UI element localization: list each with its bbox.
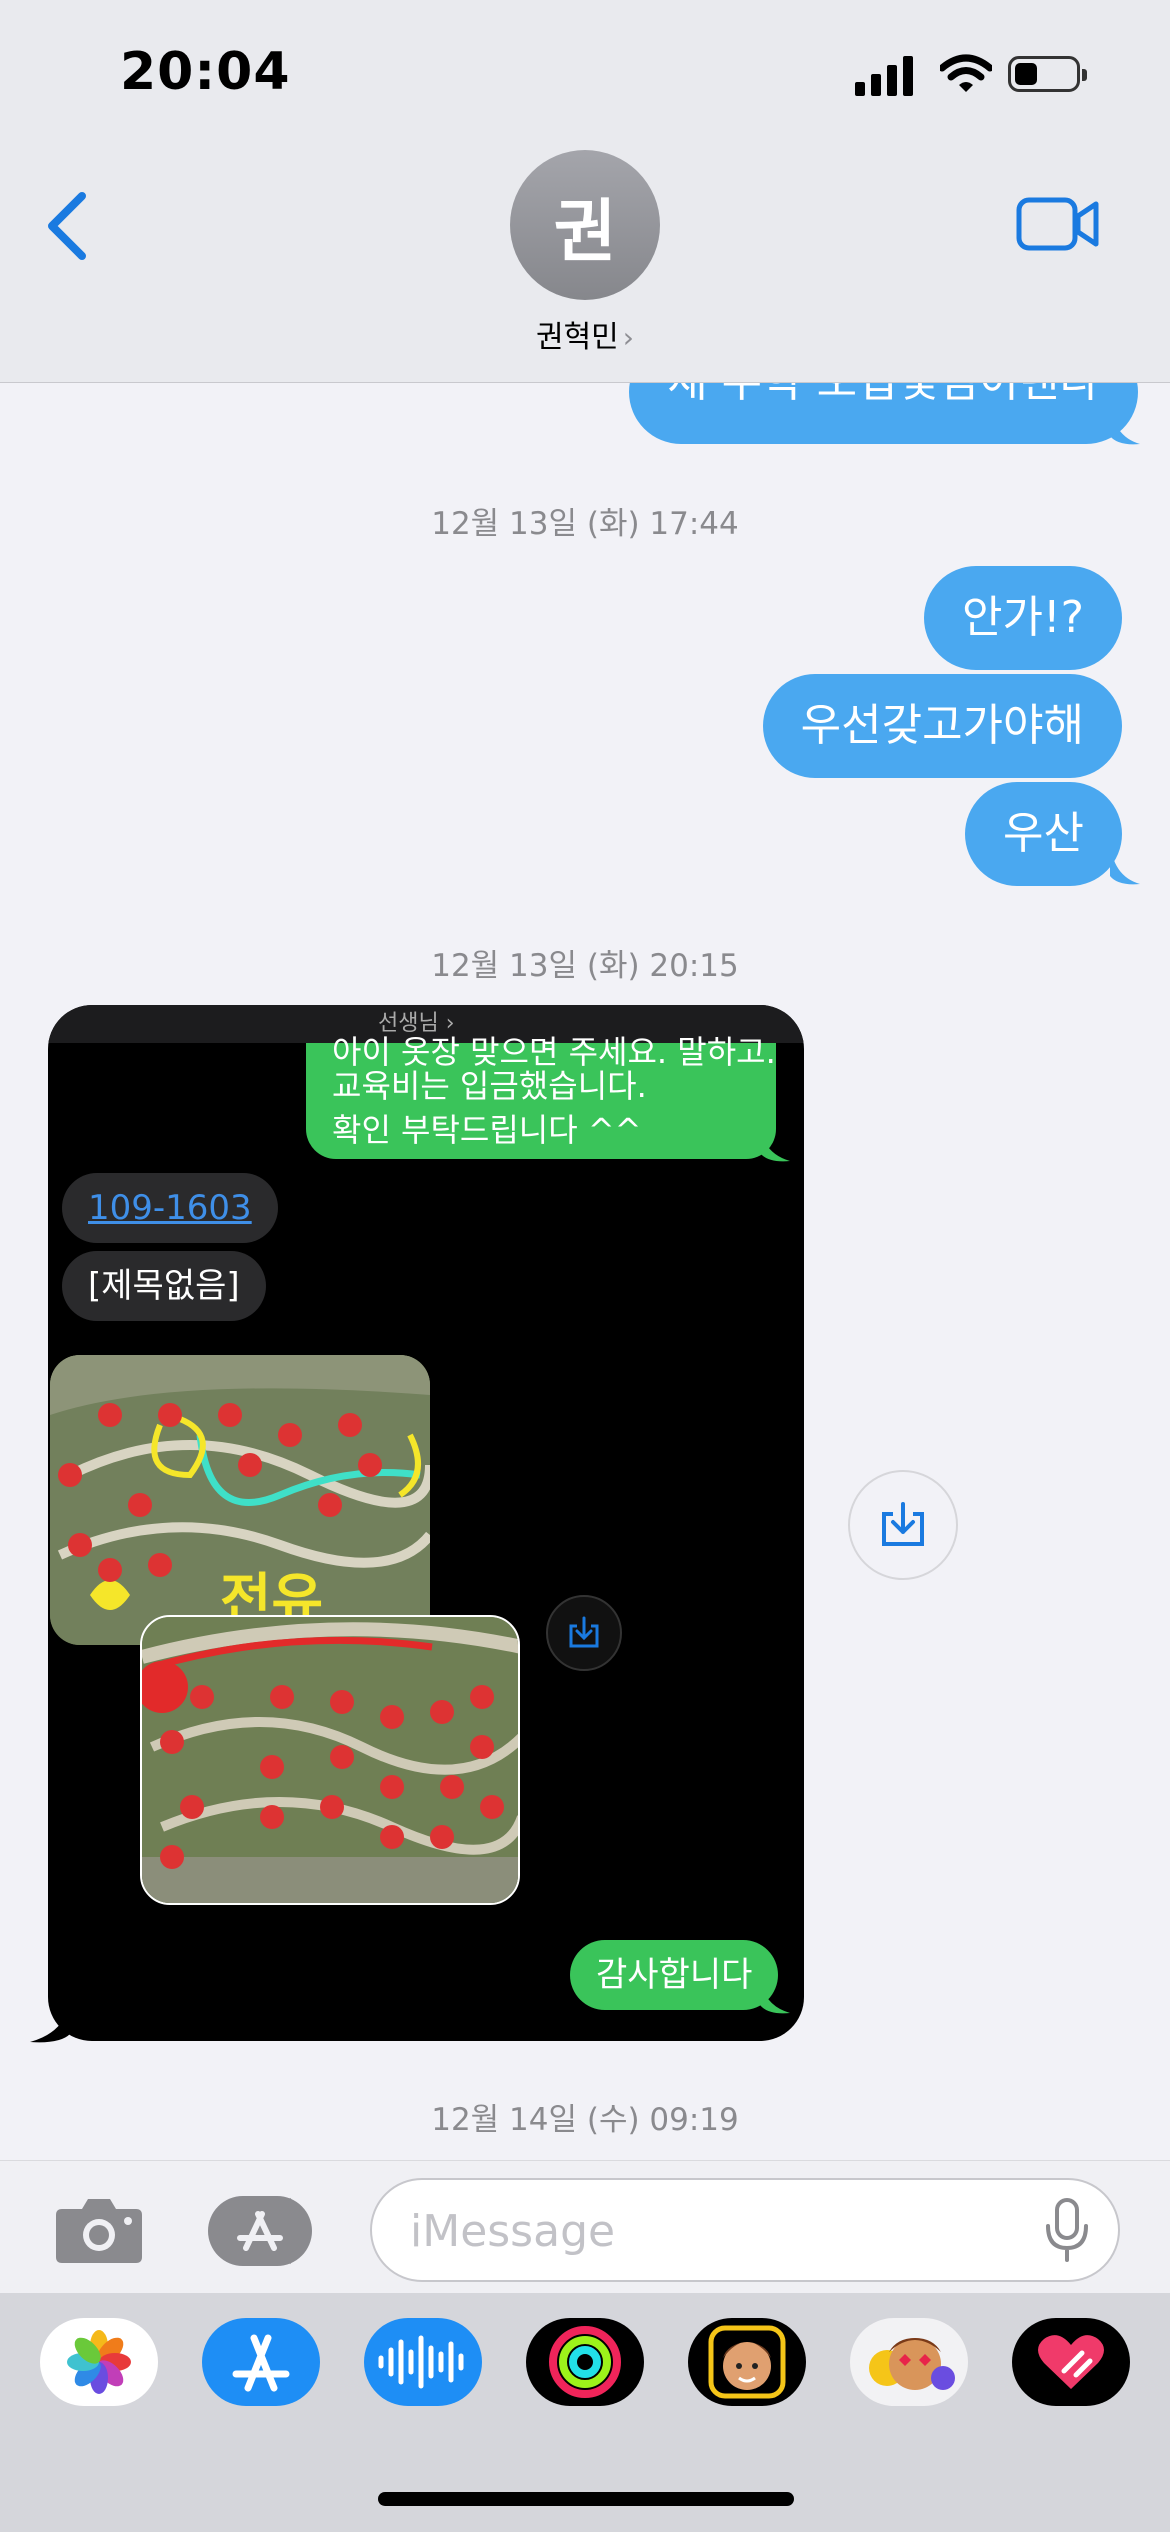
- timestamp: 12월 14일 (수) 09:19: [431, 2102, 739, 2138]
- digital-touch-icon[interactable]: [1012, 2318, 1130, 2406]
- message-input[interactable]: [408, 2198, 1012, 2264]
- memoji-icon[interactable]: [688, 2318, 806, 2406]
- download-icon: [882, 1502, 924, 1546]
- screenshot-green-bubble: 아이 옷장 맞으면 주세요. 말하고. 교육비는 입금했습니다. 확인 부탁드립…: [306, 1033, 776, 1159]
- bubble-tail: [1110, 840, 1140, 885]
- screenshot-thanks-bubble: 감사합니다: [570, 1940, 779, 2010]
- green-line: 교육비는 입금했습니다.: [332, 1067, 647, 1105]
- video-call-icon[interactable]: [1016, 196, 1100, 256]
- message-field[interactable]: [370, 2178, 1120, 2282]
- contact-name-text: 권혁민: [535, 320, 619, 355]
- wifi-icon: [938, 54, 994, 98]
- status-time: 20:04: [120, 42, 291, 102]
- bubble-tail: [1110, 400, 1140, 445]
- back-chevron-icon[interactable]: [44, 190, 90, 266]
- screenshot-save-icon: [546, 1595, 622, 1671]
- animoji-icon[interactable]: [850, 2318, 968, 2406]
- contact-chevron-icon: ›: [622, 321, 634, 354]
- screenshot-no-title-bubble: [제목없음]: [62, 1251, 266, 1321]
- home-indicator[interactable]: [378, 2492, 794, 2506]
- sent-message-bubble[interactable]: 우산: [965, 782, 1122, 886]
- bubble-tail: [760, 1975, 790, 2014]
- cellular-signal-icon: [855, 56, 917, 100]
- camera-icon[interactable]: [54, 2195, 144, 2269]
- app-store-icon[interactable]: [202, 2318, 320, 2406]
- screenshot-map-image-2: [140, 1615, 520, 1905]
- photos-icon[interactable]: [40, 2318, 158, 2406]
- screenshot-link-bubble: 109-1603: [62, 1173, 278, 1243]
- bubble-tail: [760, 1123, 790, 1162]
- activity-icon[interactable]: [526, 2318, 644, 2406]
- screenshot-map-image-1: 전유: [50, 1355, 430, 1645]
- received-screenshot-image[interactable]: 선생님 › 아이 옷장 맞으면 주세요. 말하고. 교육비는 입금했습니다. 확…: [48, 1005, 804, 2041]
- green-line: 확인 부탁드립니다 ^^: [332, 1111, 642, 1149]
- bubble-tail: [30, 2000, 70, 2043]
- microphone-icon[interactable]: [1044, 2198, 1090, 2266]
- contact-avatar[interactable]: 권: [510, 150, 660, 300]
- app-store-drawer-icon[interactable]: [208, 2196, 320, 2270]
- sent-message-bubble[interactable]: 안가!?: [924, 566, 1122, 670]
- sent-message-bubble[interactable]: 우선갖고가야해: [762, 674, 1122, 778]
- battery-icon: [1008, 56, 1087, 92]
- audio-message-icon[interactable]: [364, 2318, 482, 2406]
- timestamp: 12월 13일 (화) 17:44: [431, 506, 739, 542]
- save-image-button[interactable]: [848, 1470, 958, 1580]
- contact-name[interactable]: 권혁민 ›: [0, 312, 1170, 356]
- map-2-drawing: [142, 1617, 518, 1903]
- timestamp: 12월 13일 (화) 20:15: [431, 948, 739, 984]
